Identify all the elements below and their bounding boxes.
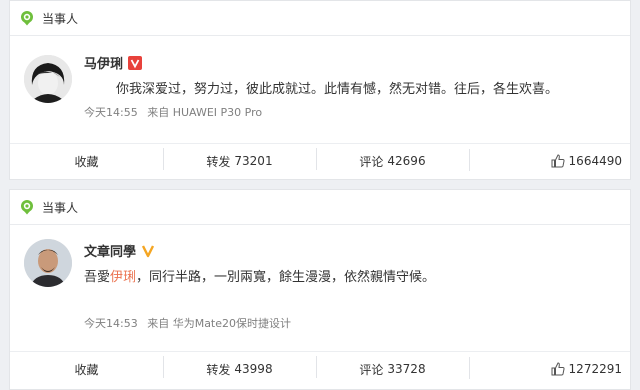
favorite-label: 收藏 bbox=[74, 362, 99, 377]
post-actions-bar: 收藏 转发 73201 评论 42696 1664490 bbox=[10, 143, 630, 178]
weibo-post-card: 当事人 马伊琍 你我深爱过，努力过，彼此成就过。此情有憾，然无对错。往后，各生欢… bbox=[9, 0, 631, 180]
like-button[interactable]: 1272291 bbox=[469, 357, 630, 379]
favorite-label: 收藏 bbox=[74, 154, 99, 169]
author-name-row: 文章同學 bbox=[84, 241, 155, 260]
author-name[interactable]: 文章同學 bbox=[84, 241, 136, 260]
verified-badge-icon bbox=[141, 244, 155, 257]
favorite-button[interactable]: 收藏 bbox=[10, 153, 163, 170]
comment-button[interactable]: 评论 42696 bbox=[316, 147, 469, 170]
location-pin-icon bbox=[21, 11, 33, 26]
post-source: 来自 华为Mate20保时捷设计 bbox=[147, 317, 292, 330]
post-text-pre: 吾愛 bbox=[84, 270, 111, 285]
like-count: 1272291 bbox=[568, 362, 622, 376]
verified-badge-icon bbox=[128, 55, 143, 70]
post-meta: 今天14:53 来自 华为Mate20保时捷设计 bbox=[84, 315, 297, 331]
avatar-image bbox=[24, 239, 72, 287]
post-source: 来自 HUAWEI P30 Pro bbox=[147, 106, 263, 119]
post-body: 马伊琍 你我深爱过，努力过，彼此成就过。此情有憾，然无对错。往后，各生欢喜。 今… bbox=[10, 36, 630, 143]
weibo-post-card: 当事人 文章同學 吾愛伊琍，同行半路，一別兩寬，餘生漫漫，依然親情守候。 今天1… bbox=[9, 189, 631, 390]
like-button[interactable]: 1664490 bbox=[469, 149, 630, 171]
post-tag-label: 当事人 bbox=[42, 11, 79, 26]
post-actions-bar: 收藏 转发 43998 评论 33728 1272291 bbox=[10, 351, 630, 386]
avatar[interactable] bbox=[24, 55, 72, 103]
location-pin-icon bbox=[21, 200, 33, 215]
repost-count: 43998 bbox=[234, 362, 273, 376]
favorite-button[interactable]: 收藏 bbox=[10, 361, 163, 378]
post-tag-header: 当事人 bbox=[10, 190, 630, 225]
comment-label: 评论 bbox=[359, 362, 384, 377]
post-tag-label: 当事人 bbox=[42, 200, 79, 215]
author-name-row: 马伊琍 bbox=[84, 53, 143, 72]
post-tag-header: 当事人 bbox=[10, 1, 630, 36]
post-text: 你我深爱过，努力过，彼此成就过。此情有憾，然无对错。往后，各生欢喜。 bbox=[116, 82, 559, 97]
repost-button[interactable]: 转发 43998 bbox=[163, 355, 316, 378]
repost-button[interactable]: 转发 73201 bbox=[163, 147, 316, 170]
author-name[interactable]: 马伊琍 bbox=[84, 53, 123, 72]
comment-label: 评论 bbox=[359, 154, 384, 169]
post-time[interactable]: 今天14:55 bbox=[84, 106, 138, 119]
post-body: 文章同學 吾愛伊琍，同行半路，一別兩寬，餘生漫漫，依然親情守候。 今天14:53… bbox=[10, 225, 630, 351]
like-count: 1664490 bbox=[568, 154, 622, 168]
repost-count: 73201 bbox=[234, 154, 273, 168]
repost-label: 转发 bbox=[206, 362, 231, 377]
comment-button[interactable]: 评论 33728 bbox=[316, 355, 469, 378]
thumbs-up-icon bbox=[551, 362, 565, 376]
post-text-post: ，同行半路，一別兩寬，餘生漫漫，依然親情守候。 bbox=[136, 270, 436, 285]
post-time[interactable]: 今天14:53 bbox=[84, 317, 138, 330]
avatar[interactable] bbox=[24, 239, 72, 287]
avatar-image bbox=[24, 55, 72, 103]
comment-count: 42696 bbox=[387, 154, 426, 168]
repost-label: 转发 bbox=[206, 154, 231, 169]
post-meta: 今天14:55 来自 HUAWEI P30 Pro bbox=[84, 104, 268, 120]
mention-link[interactable]: 伊琍 bbox=[110, 270, 136, 285]
post-content: 你我深爱过，努力过，彼此成就过。此情有憾，然无对错。往后，各生欢喜。 bbox=[116, 78, 558, 97]
post-content: 吾愛伊琍，同行半路，一別兩寬，餘生漫漫，依然親情守候。 bbox=[84, 266, 435, 285]
thumbs-up-icon bbox=[551, 154, 565, 168]
comment-count: 33728 bbox=[387, 362, 426, 376]
